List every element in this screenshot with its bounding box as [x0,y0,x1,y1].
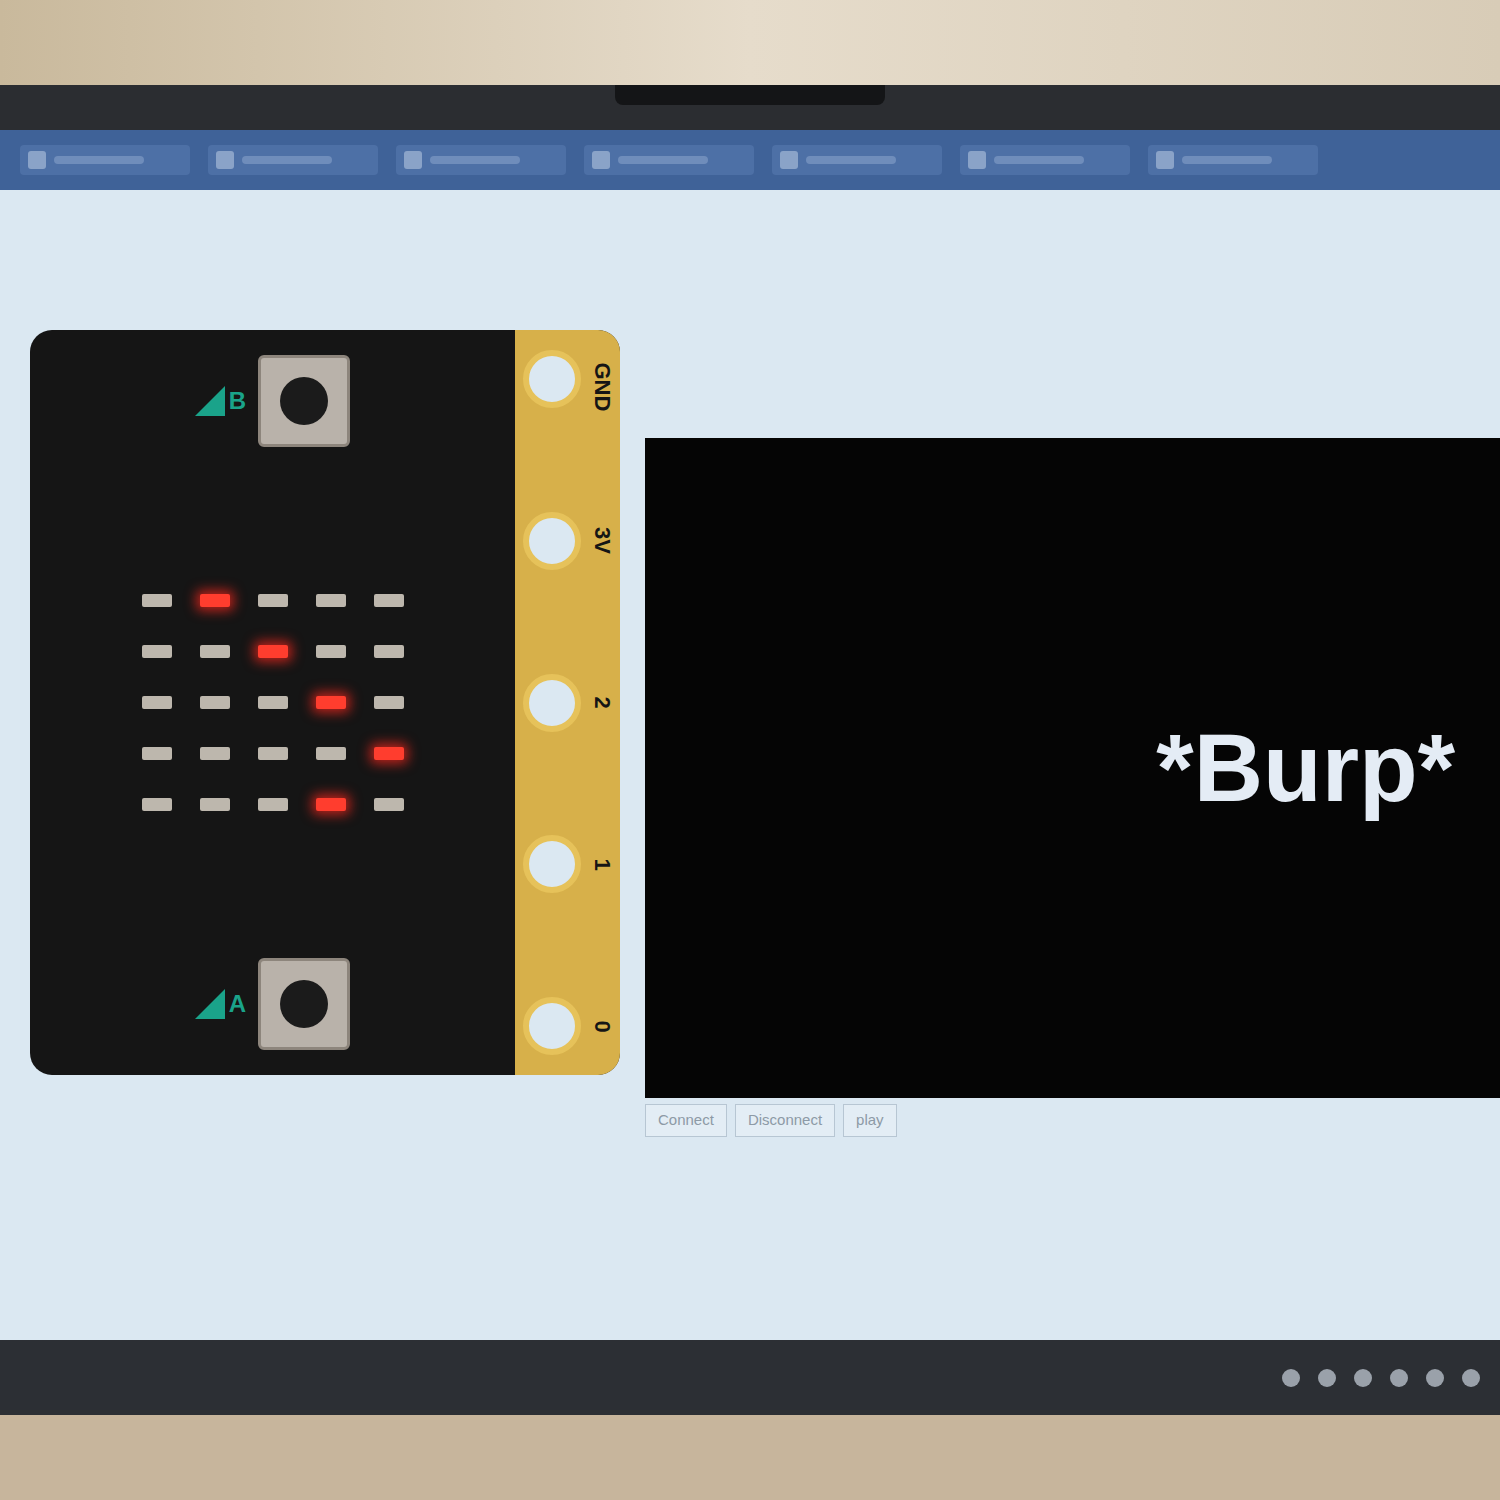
bezel-top [0,85,1500,130]
led [258,798,288,811]
tray-icon[interactable] [1390,1369,1408,1387]
led [258,594,288,607]
button-label: A [195,986,246,1022]
triangle-icon [195,989,225,1019]
led [258,645,288,658]
led [316,594,346,607]
bezel-bottom [0,1415,1500,1500]
pin[interactable]: 2 [523,674,620,732]
led [142,696,172,709]
room-background [0,0,1500,85]
browser-tab[interactable] [396,145,566,175]
triangle-icon [195,386,225,416]
tray-icon[interactable] [1354,1369,1372,1387]
led [374,645,404,658]
controls-bar: ConnectDisconnectplay [645,1104,1500,1137]
led [258,747,288,760]
browser-tab[interactable] [1148,145,1318,175]
pin[interactable]: GND [523,350,620,408]
led [200,645,230,658]
button-label: B [195,383,246,419]
led [200,696,230,709]
browser-tab-bar [0,130,1500,190]
output-column: *Burp* ConnectDisconnectplay [645,438,1500,1137]
photo: B A GND 3V 2 1 0 *Burp* ConnectDisconnectplay [0,0,1500,1500]
led [142,798,172,811]
output-text: *Burp* [1156,696,1455,840]
edge-connector: GND 3V 2 1 0 [515,330,620,1075]
led [316,747,346,760]
led [142,747,172,760]
web-page: B A GND 3V 2 1 0 *Burp* ConnectDisconnectplay [0,190,1500,1340]
led [316,798,346,811]
led [374,798,404,811]
board-button[interactable]: A [195,958,350,1050]
led [258,696,288,709]
browser-tab[interactable] [20,145,190,175]
led [200,747,230,760]
browser-tab[interactable] [960,145,1130,175]
control-button[interactable]: play [843,1104,897,1137]
tray-icon[interactable] [1282,1369,1300,1387]
board-button[interactable]: B [195,355,350,447]
led-matrix [142,594,404,811]
led [142,645,172,658]
browser-tab[interactable] [772,145,942,175]
tray-icon[interactable] [1426,1369,1444,1387]
led [316,696,346,709]
pin[interactable]: 0 [523,997,620,1055]
pin[interactable]: 3V [523,512,620,570]
led [200,798,230,811]
tray-icon[interactable] [1462,1369,1480,1387]
led [316,645,346,658]
browser-tab[interactable] [208,145,378,175]
output-screen: *Burp* [645,438,1500,1098]
tray-icon[interactable] [1318,1369,1336,1387]
control-button[interactable]: Disconnect [735,1104,835,1137]
led [374,696,404,709]
pin[interactable]: 1 [523,835,620,893]
led [374,747,404,760]
led [200,594,230,607]
led [374,594,404,607]
microbit-board: B A GND 3V 2 1 0 [30,330,620,1075]
taskbar [0,1340,1500,1415]
control-button[interactable]: Connect [645,1104,727,1137]
led [142,594,172,607]
browser-tab[interactable] [584,145,754,175]
